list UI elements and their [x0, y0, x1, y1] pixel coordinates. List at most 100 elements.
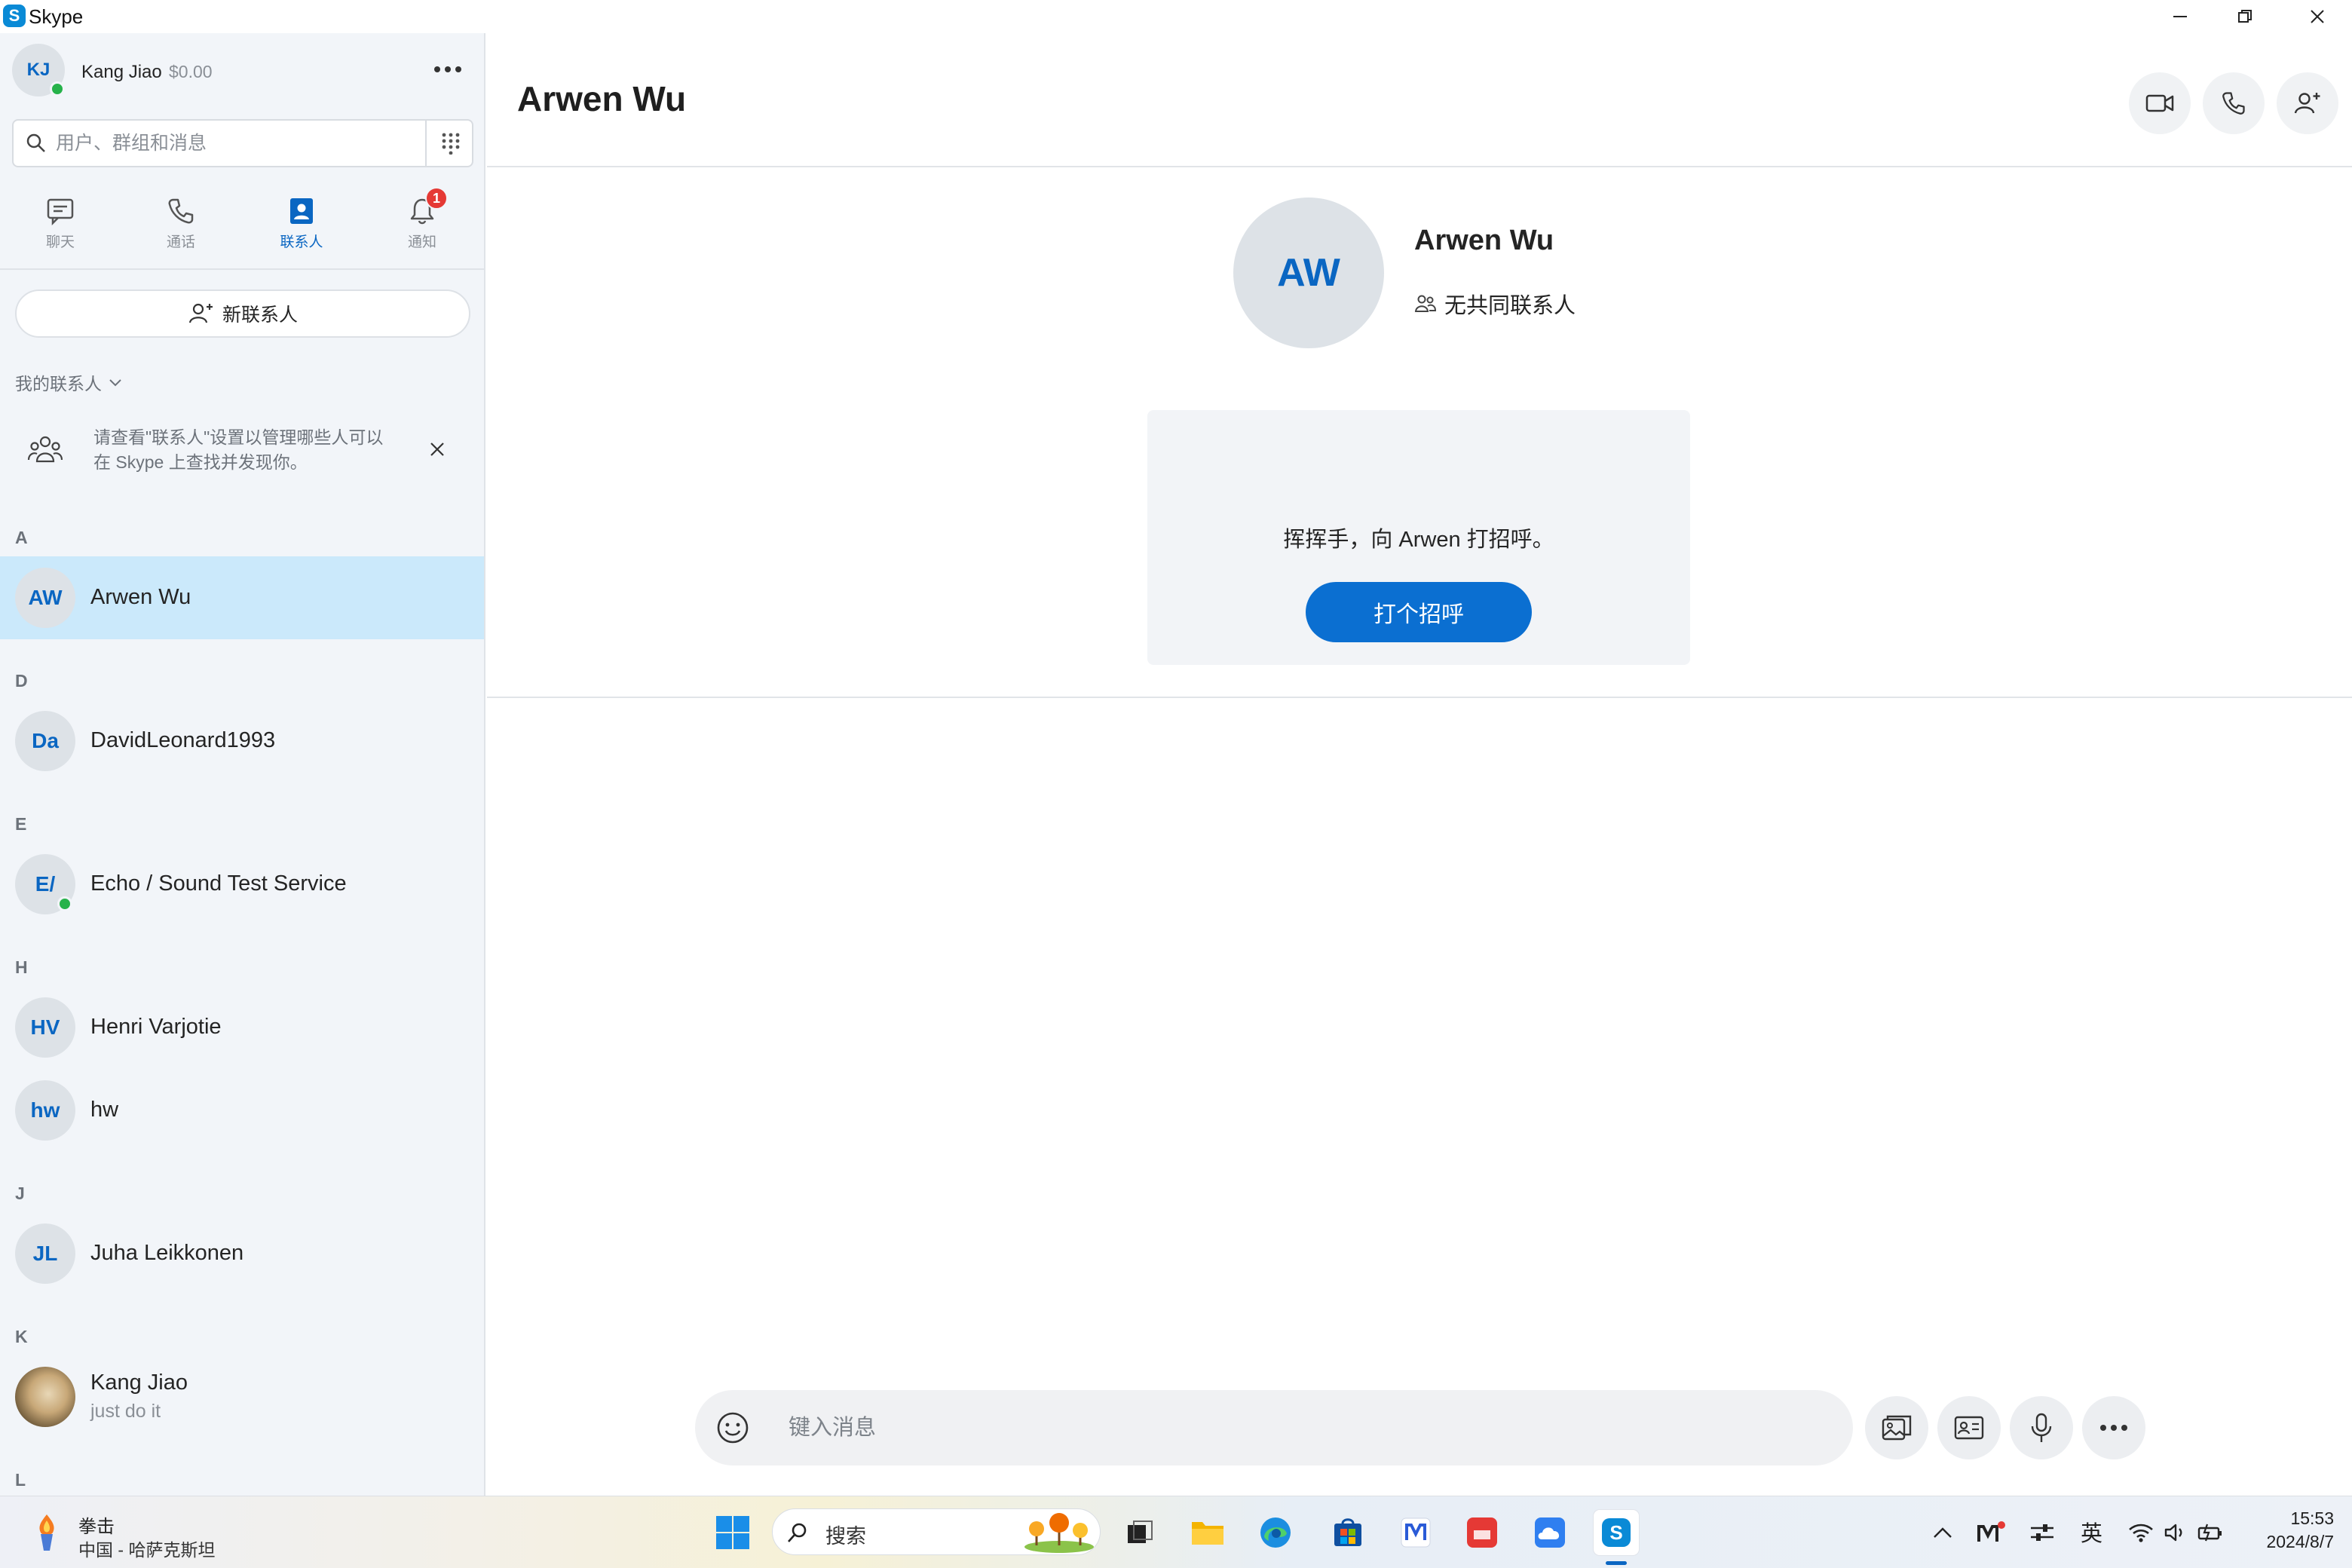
contact-row-arwen-wu[interactable]: AW Arwen Wu: [0, 556, 484, 639]
contact-name: Echo / Sound Test Service: [90, 871, 347, 896]
contact-mood: just do it: [90, 1401, 161, 1422]
privacy-tip: 请查看"联系人"设置以管理哪些人可以 在 Skype 上查找并发现你。: [93, 425, 418, 475]
search-input[interactable]: [56, 121, 418, 166]
cloud-app-button[interactable]: [1527, 1510, 1573, 1555]
new-contact-button[interactable]: 新联系人: [15, 289, 470, 338]
my-contacts-label: 我的联系人: [15, 374, 102, 394]
contact-avatar: hw: [15, 1080, 75, 1141]
more-composer-options-button[interactable]: [2082, 1396, 2145, 1459]
search-icon: [788, 1523, 807, 1542]
start-button[interactable]: [710, 1510, 755, 1555]
huawei-icon: [1467, 1517, 1497, 1548]
wifi-button[interactable]: [2124, 1510, 2158, 1555]
sliders-icon: [2031, 1524, 2053, 1541]
my-avatar[interactable]: KJ: [12, 44, 65, 96]
task-view-button[interactable]: [1117, 1510, 1162, 1555]
contact-avatar: JL: [15, 1223, 75, 1284]
audio-call-button[interactable]: [2203, 72, 2265, 134]
mutual-contacts: 无共同联系人: [1414, 288, 1576, 320]
input-method-indicator[interactable]: 英: [2081, 1516, 2102, 1548]
svg-text:S: S: [1609, 1521, 1622, 1544]
send-media-button[interactable]: [1865, 1396, 1928, 1459]
profile-name[interactable]: Kang Jiao: [81, 62, 162, 83]
restore-button[interactable]: [2210, 0, 2280, 33]
more-dots-icon: [434, 66, 461, 72]
tab-calls[interactable]: 通话: [121, 196, 241, 294]
contact-row-hw[interactable]: hw hw: [0, 1069, 484, 1152]
volume-button[interactable]: [2159, 1510, 2192, 1555]
tab-chats[interactable]: 聊天: [0, 196, 121, 294]
phone-icon: [168, 198, 194, 224]
battery-button[interactable]: [2194, 1510, 2227, 1555]
m-app-button[interactable]: [1393, 1510, 1438, 1555]
add-people-button[interactable]: [2277, 72, 2338, 134]
show-hidden-icons-button[interactable]: [1924, 1510, 1962, 1555]
skype-credit[interactable]: $0.00: [169, 62, 213, 82]
avatar-initials: HV: [30, 1015, 60, 1039]
widget-title[interactable]: 拳击: [78, 1511, 115, 1538]
close-icon: [2311, 10, 2324, 23]
close-window-button[interactable]: [2283, 0, 2352, 33]
say-hi-button[interactable]: 打个招呼: [1306, 582, 1532, 642]
contact-avatar: AW: [15, 568, 75, 628]
my-contacts-dropdown[interactable]: 我的联系人: [15, 369, 123, 395]
phone-icon: [2222, 92, 2245, 115]
greeting-text: 挥挥手，向 Arwen 打招呼。: [1283, 528, 1554, 552]
huawei-app-button[interactable]: [1459, 1510, 1505, 1555]
sidebar: KJ Kang Jiao $0.00 聊天 通话: [0, 33, 485, 1496]
profile-avatar-initials: AW: [1277, 251, 1340, 295]
search-box[interactable]: [12, 119, 473, 167]
taskbar-search-label: 搜索: [825, 1525, 866, 1548]
tab-contacts[interactable]: 联系人: [241, 196, 362, 294]
contact-row-henri-varjotie[interactable]: HV Henri Varjotie: [0, 986, 484, 1069]
chat-icon: [47, 198, 74, 226]
mutual-contacts-text: 无共同联系人: [1444, 294, 1576, 318]
tab-notifications[interactable]: 1 通知: [362, 187, 482, 294]
contact-name: Arwen Wu: [90, 585, 191, 609]
contact-profile-avatar[interactable]: AW: [1233, 198, 1384, 348]
chat-title[interactable]: Arwen Wu: [517, 78, 686, 119]
avatar-initials: JL: [32, 1242, 58, 1265]
widget-subtitle[interactable]: 中国 - 哈萨克斯坦: [78, 1536, 215, 1561]
edge-browser-button[interactable]: [1253, 1510, 1298, 1555]
edge-icon: [1260, 1517, 1291, 1548]
minimize-icon: [2173, 16, 2187, 17]
message-composer[interactable]: [695, 1390, 1853, 1465]
skype-logo-icon: S: [3, 5, 26, 27]
tray-settings-button[interactable]: [2023, 1510, 2061, 1555]
contact-row-davidleonard1993[interactable]: Da DavidLeonard1993: [0, 700, 484, 782]
contact-row-juha-leikkonen[interactable]: JL Juha Leikkonen: [0, 1212, 484, 1295]
widgets-button[interactable]: [30, 1511, 68, 1554]
skype-taskbar-button[interactable]: S: [1594, 1510, 1639, 1555]
contact-row-echo-sound-test[interactable]: E/ Echo / Sound Test Service: [0, 843, 484, 926]
emoji-button[interactable]: [716, 1411, 749, 1444]
search-divider: [425, 121, 427, 166]
file-explorer-button[interactable]: [1185, 1510, 1230, 1555]
tray-m-app-button[interactable]: [1972, 1510, 2010, 1555]
conversation-divider: [487, 697, 2352, 698]
microphone-icon: [2031, 1413, 2052, 1442]
video-call-button[interactable]: [2129, 72, 2191, 134]
dismiss-tip-button[interactable]: [424, 436, 451, 463]
cloud-icon: [1535, 1517, 1565, 1548]
window-title: Skype: [29, 5, 84, 28]
send-contact-card-button[interactable]: [1937, 1396, 2001, 1459]
dialpad-icon: [442, 133, 460, 155]
contact-profile-name[interactable]: Arwen Wu: [1414, 225, 1554, 257]
taskbar-search[interactable]: 搜索: [772, 1508, 1101, 1555]
message-input[interactable]: [789, 1405, 1829, 1450]
battery-charging-icon: [2197, 1524, 2222, 1542]
people-icon: [1414, 295, 1437, 312]
dialpad-button[interactable]: [428, 121, 473, 166]
more-options-button[interactable]: [427, 54, 469, 84]
search-highlight-illustration-icon: [1024, 1513, 1094, 1553]
add-person-icon: [2294, 93, 2320, 114]
notification-badge: 1: [425, 187, 448, 210]
section-letter-l: L: [15, 1470, 26, 1490]
voice-message-button[interactable]: [2010, 1396, 2073, 1459]
contact-row-kang-jiao[interactable]: Kang Jiao just do it: [0, 1355, 484, 1438]
minimize-button[interactable]: [2145, 0, 2215, 33]
clock[interactable]: 15:53 2024/8/7: [2246, 1508, 2334, 1552]
microsoft-store-button[interactable]: [1325, 1510, 1370, 1555]
close-icon: [430, 443, 444, 456]
